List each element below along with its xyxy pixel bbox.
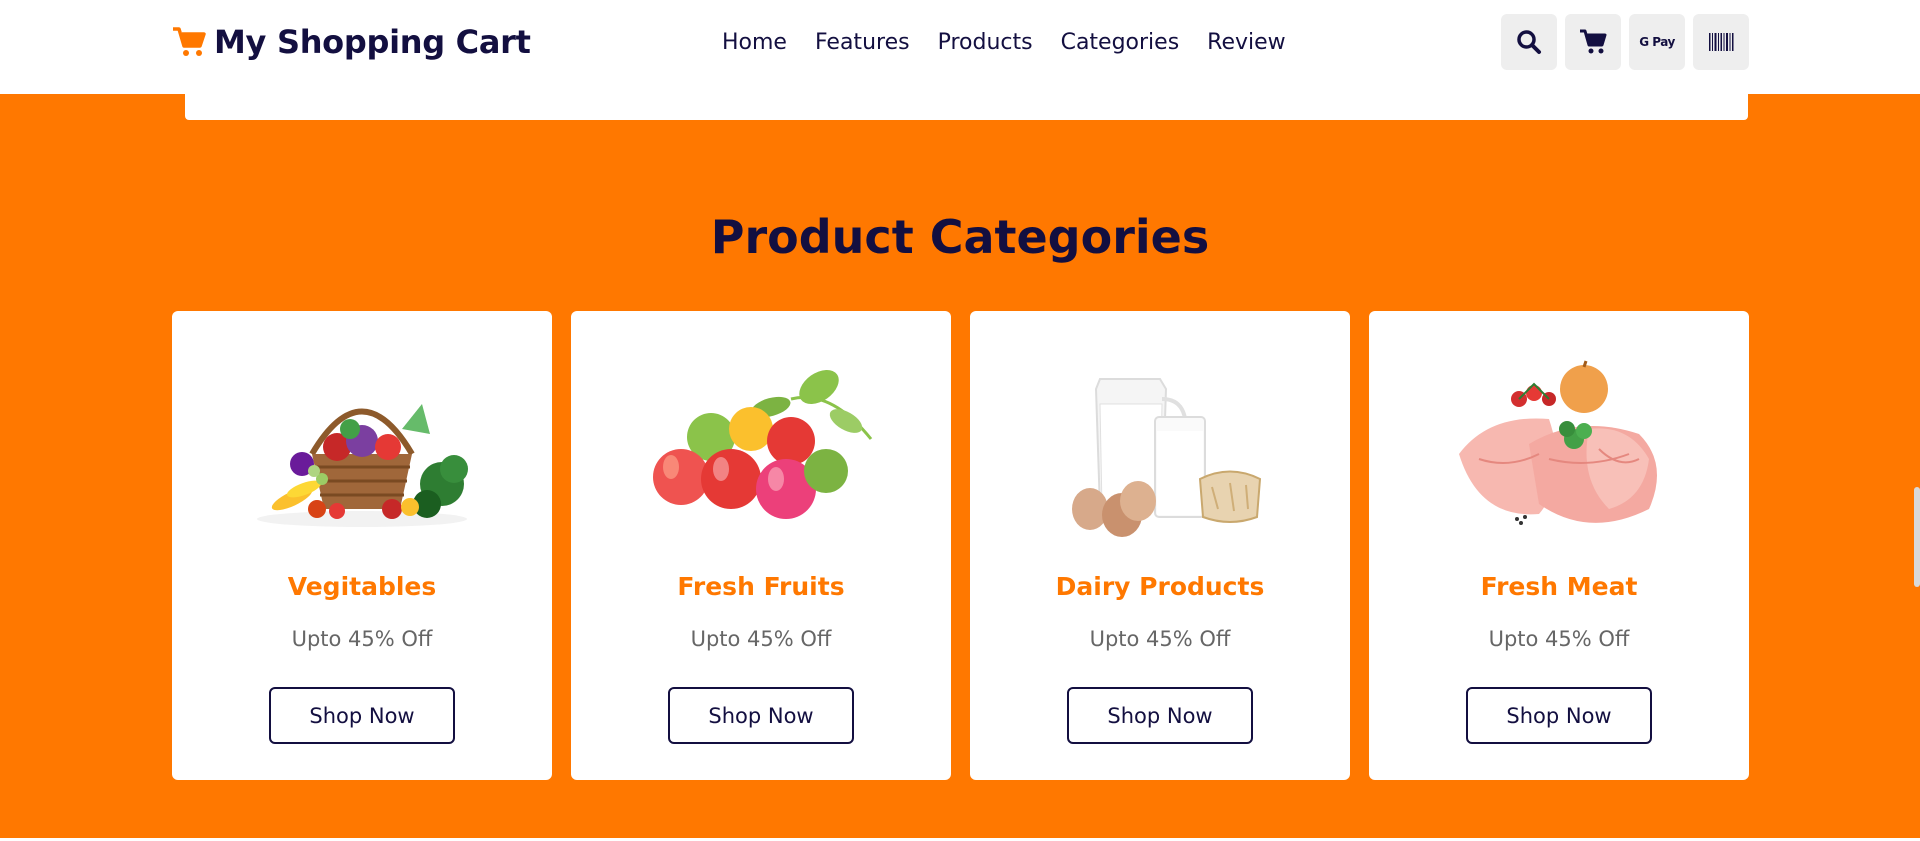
cart-icon (1580, 29, 1607, 54)
scrollbar-thumb[interactable] (1914, 487, 1920, 587)
search-icon (1517, 30, 1541, 54)
shop-now-button[interactable]: Shop Now (668, 687, 854, 744)
dairy-products-image (1072, 378, 1262, 537)
nav-review[interactable]: Review (1207, 30, 1286, 55)
search-button[interactable] (1501, 14, 1557, 70)
category-card-dairy: Dairy Products Upto 45% Off Shop Now (970, 311, 1350, 780)
google-pay-icon: G Pay (1639, 35, 1675, 49)
category-title: Fresh Fruits (677, 572, 845, 601)
search-form-panel (185, 90, 1748, 120)
cart-button[interactable] (1565, 14, 1621, 70)
nav-categories[interactable]: Categories (1061, 30, 1180, 55)
barcode-icon (1709, 33, 1734, 51)
header-icon-buttons: G Pay (1501, 14, 1749, 70)
barcode-button[interactable] (1693, 14, 1749, 70)
shop-now-button[interactable]: Shop Now (269, 687, 455, 744)
shop-now-button[interactable]: Shop Now (1067, 687, 1253, 744)
category-discount: Upto 45% Off (690, 627, 832, 651)
logo-text: My Shopping Cart (214, 23, 531, 61)
category-card-vegetables: Vegitables Upto 45% Off Shop Now (172, 311, 552, 780)
logo-link[interactable]: My Shopping Cart (172, 20, 531, 64)
section-title: Product Categories (710, 210, 1210, 264)
category-title: Vegitables (287, 572, 437, 601)
category-card-meat: Fresh Meat Upto 45% Off Shop Now (1369, 311, 1749, 780)
fresh-fruits-image (653, 369, 873, 519)
nav-features[interactable]: Features (815, 30, 910, 55)
category-cards: Vegitables Upto 45% Off Shop Now Fresh F… (172, 311, 1749, 780)
nav-products[interactable]: Products (938, 30, 1033, 55)
category-discount: Upto 45% Off (1089, 627, 1231, 651)
category-title: Dairy Products (1055, 572, 1265, 601)
fresh-meat-image (1459, 360, 1657, 525)
category-discount: Upto 45% Off (291, 627, 433, 651)
category-discount: Upto 45% Off (1488, 627, 1630, 651)
site-header: My Shopping Cart Home Features Products … (0, 0, 1920, 94)
shop-now-button[interactable]: Shop Now (1466, 687, 1652, 744)
shopping-cart-logo-icon (173, 27, 206, 56)
category-title: Fresh Meat (1480, 572, 1638, 601)
category-card-fruits: Fresh Fruits Upto 45% Off Shop Now (571, 311, 951, 780)
vegetable-basket-image (257, 404, 468, 527)
nav-home[interactable]: Home (722, 30, 787, 55)
main-nav: Home Features Products Categories Review (722, 24, 1314, 60)
google-pay-button[interactable]: G Pay (1629, 14, 1685, 70)
